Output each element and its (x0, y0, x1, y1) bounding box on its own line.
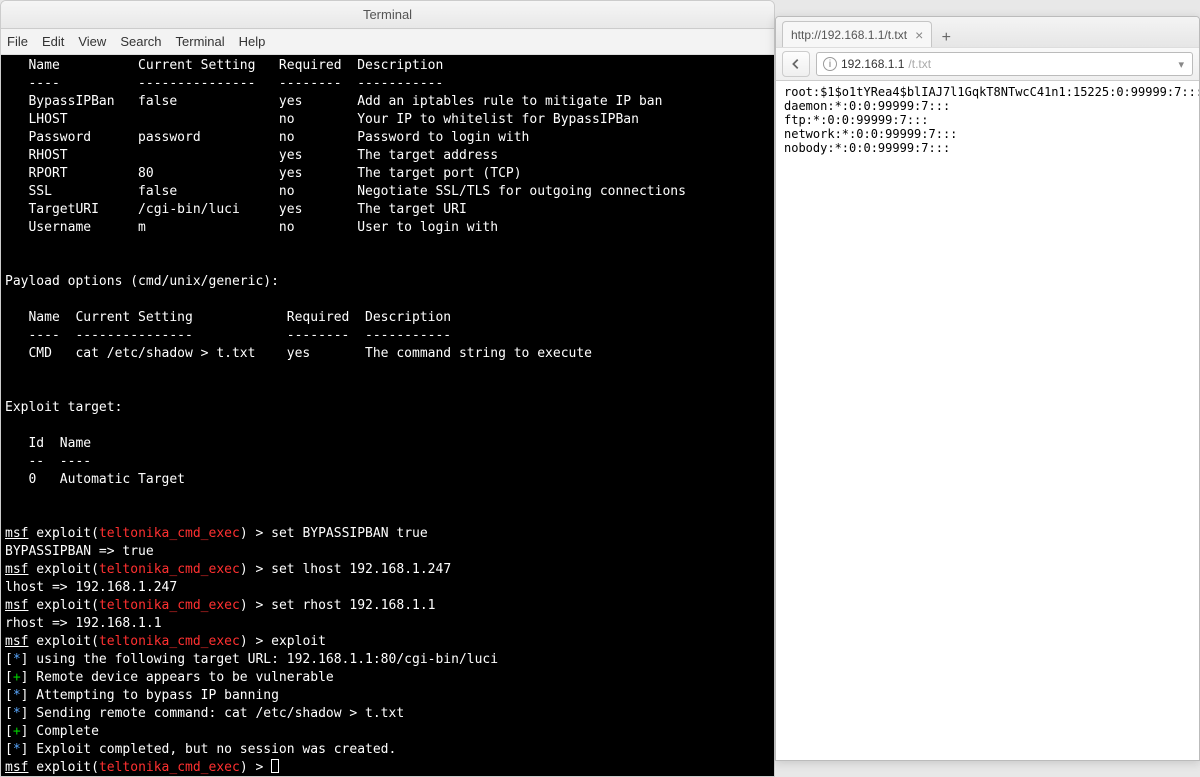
menu-edit[interactable]: Edit (42, 34, 64, 49)
browser-tabstrip: http://192.168.1.1/t.txt × + (776, 17, 1199, 47)
browser-window: http://192.168.1.1/t.txt × + i 192.168.1… (775, 16, 1200, 761)
browser-content: root:$1$o1tYRea4$blIAJ7l1GqkT8NTwcC41n1:… (776, 81, 1199, 159)
back-button[interactable] (782, 51, 810, 77)
arrow-left-icon (789, 57, 803, 71)
tab-close-icon[interactable]: × (915, 27, 923, 43)
info-icon[interactable]: i (823, 57, 837, 71)
terminal-window: Terminal File Edit View Search Terminal … (0, 0, 775, 777)
menu-search[interactable]: Search (120, 34, 161, 49)
tab-title: http://192.168.1.1/t.txt (791, 28, 907, 42)
dropdown-icon[interactable]: ▾ (1176, 58, 1186, 71)
url-host: 192.168.1.1 (841, 57, 904, 71)
menu-help[interactable]: Help (239, 34, 266, 49)
browser-addressbar: i 192.168.1.1/t.txt ▾ (776, 47, 1199, 81)
terminal-body[interactable]: Name Current Setting Required Descriptio… (1, 55, 774, 776)
menu-terminal[interactable]: Terminal (176, 34, 225, 49)
terminal-titlebar: Terminal (1, 1, 774, 29)
menu-file[interactable]: File (7, 34, 28, 49)
url-path: /t.txt (908, 57, 931, 71)
menu-view[interactable]: View (78, 34, 106, 49)
terminal-title: Terminal (363, 7, 412, 22)
url-input[interactable]: i 192.168.1.1/t.txt ▾ (816, 52, 1193, 76)
new-tab-button[interactable]: + (932, 29, 960, 47)
terminal-menubar: File Edit View Search Terminal Help (1, 29, 774, 55)
browser-tab[interactable]: http://192.168.1.1/t.txt × (782, 21, 932, 47)
